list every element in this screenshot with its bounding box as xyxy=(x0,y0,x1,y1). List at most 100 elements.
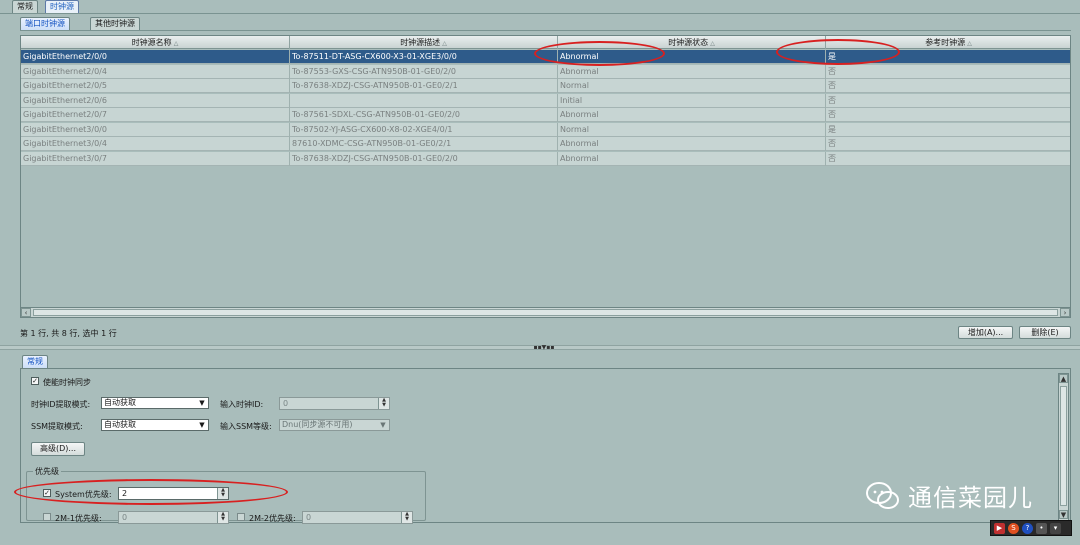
cell-description: To-87638-XDZJ-CSG-ATN950B-01-GE0/2/0 xyxy=(290,151,558,166)
cell-name: GigabitEthernet2/0/6 xyxy=(21,93,290,108)
tab-port-clock-source[interactable]: 端口时钟源 xyxy=(20,17,70,30)
sub-tab-divider xyxy=(20,30,1071,31)
form-vertical-scrollbar[interactable]: ▲ ▼ xyxy=(1058,373,1069,521)
splitter-grip-icon[interactable]: ▪▪▼▪▪ xyxy=(529,345,559,351)
clock-source-table: 时钟源名称 △ 时钟源描述 △ 时钟源状态 △ 参考时钟源 △ GigabitEther… xyxy=(20,35,1071,318)
scroll-down-icon[interactable]: ▼ xyxy=(1059,510,1068,519)
cell-status: Abnormal xyxy=(558,50,826,64)
table-row[interactable]: GigabitEthernet2/0/7 To-87561-SDXL-CSG-AT… xyxy=(21,108,1070,122)
system-priority-field[interactable]: 2 ▲ ▼ xyxy=(118,487,229,500)
table-row[interactable]: GigabitEthernet2/0/0 To-87511-DT-ASG-CX60… xyxy=(21,50,1070,64)
cell-reference: 否 xyxy=(826,108,1070,122)
table-horizontal-scrollbar[interactable]: ‹ › xyxy=(20,307,1071,318)
sort-icon: △ xyxy=(967,40,972,47)
m1-priority-label: 2M-1优先级: xyxy=(55,514,102,523)
scroll-thumb[interactable] xyxy=(1060,386,1067,506)
info-icon[interactable]: • xyxy=(1036,523,1047,534)
spinner-icon[interactable]: ▲ ▼ xyxy=(217,512,228,523)
spinner-icon[interactable]: ▲ ▼ xyxy=(217,488,228,499)
system-tray: ▶ S ? • ▾ xyxy=(990,520,1072,536)
scroll-up-icon[interactable]: ▲ xyxy=(1059,374,1068,383)
chat-bubble-icon xyxy=(866,482,899,509)
top-tab-divider xyxy=(0,13,1080,14)
tab-other-clock-source[interactable]: 其他时钟源 xyxy=(90,17,140,30)
priority-group-title: 优先级 xyxy=(33,466,61,477)
table-row[interactable]: GigabitEthernet3/0/7 To-87638-XDZJ-CSG-AT… xyxy=(21,151,1070,166)
sort-icon: △ xyxy=(173,40,179,47)
scroll-right-icon[interactable]: › xyxy=(1060,308,1070,317)
cell-reference: 是 xyxy=(826,50,1070,64)
m2-priority-checkbox[interactable] xyxy=(237,513,245,521)
table-row[interactable]: GigabitEthernet2/0/6 Initial 否 xyxy=(21,93,1070,108)
tab-clock-source[interactable]: 时钟源 xyxy=(45,0,79,13)
enable-sync-label: 使能时钟同步 xyxy=(43,378,91,387)
enable-sync-checkbox[interactable]: ✓ xyxy=(31,377,39,385)
cell-description: To-87502-YJ-ASG-CX600-X8-02-XGE4/0/1 xyxy=(290,122,558,137)
cell-reference: 否 xyxy=(826,79,1070,93)
sort-icon: △ xyxy=(710,40,715,47)
table-row[interactable]: GigabitEthernet3/0/4 87610-XDMC-CSG-ATN95… xyxy=(21,137,1070,151)
m2-priority-field[interactable]: 0 ▲ ▼ xyxy=(302,511,413,524)
column-header-name[interactable]: 时钟源名称 △ xyxy=(21,36,290,49)
cell-status: Abnormal xyxy=(558,108,826,122)
column-header-description[interactable]: 时钟源描述 △ xyxy=(290,36,558,49)
input-ssm-label: 输入SSM等级: xyxy=(220,422,272,431)
cell-status: Normal xyxy=(558,122,826,137)
cell-name: GigabitEthernet2/0/7 xyxy=(21,108,290,122)
scroll-left-icon[interactable]: ‹ xyxy=(21,308,31,317)
table-row[interactable]: GigabitEthernet2/0/5 To-87638-XDZJ-CSG-AT… xyxy=(21,79,1070,93)
cell-description: 87610-XDMC-CSG-ATN950B-01-GE0/2/1 xyxy=(290,137,558,151)
row-status-text: 第 1 行, 共 8 行, 选中 1 行 xyxy=(20,329,117,338)
cell-status: Abnormal xyxy=(558,151,826,166)
cell-name: GigabitEthernet3/0/7 xyxy=(21,151,290,166)
input-clock-id-label: 输入时钟ID: xyxy=(220,400,264,409)
cell-reference: 否 xyxy=(826,137,1070,151)
m1-priority-field[interactable]: 0 ▲ ▼ xyxy=(118,511,229,524)
system-priority-label: System优先级: xyxy=(55,490,112,499)
column-header-reference[interactable]: 参考时钟源 △ xyxy=(826,36,1070,49)
table-header: 时钟源名称 △ 时钟源描述 △ 时钟源状态 △ 参考时钟源 △ xyxy=(21,36,1070,49)
table-row[interactable]: GigabitEthernet2/0/4 To-87553-GXS-CSG-ATN… xyxy=(21,64,1070,79)
cell-name: GigabitEthernet2/0/0 xyxy=(21,50,290,64)
system-priority-checkbox[interactable]: ✓ xyxy=(43,489,51,497)
chevron-down-icon: ▼ xyxy=(377,420,389,430)
input-ssm-select[interactable]: Dnu(同步源不可用) ▼ xyxy=(279,419,390,431)
ssm-mode-select[interactable]: 自动获取 ▼ xyxy=(101,419,209,431)
menu-icon[interactable]: ▾ xyxy=(1050,523,1061,534)
s-icon[interactable]: S xyxy=(1008,523,1019,534)
clock-id-mode-label: 时钟ID提取模式: xyxy=(31,400,91,409)
cell-status: Abnormal xyxy=(558,64,826,79)
scroll-thumb[interactable] xyxy=(33,309,1058,316)
cell-reference: 否 xyxy=(826,152,1070,166)
cell-reference: 否 xyxy=(826,94,1070,108)
cell-name: GigabitEthernet2/0/5 xyxy=(21,79,290,93)
panel-splitter[interactable]: ▪▪▼▪▪ xyxy=(0,345,1080,351)
cell-description: To-87553-GXS-CSG-ATN950B-01-GE0/2/0 xyxy=(290,64,558,79)
cell-status: Initial xyxy=(558,93,826,108)
cell-description: To-87638-XDZJ-CSG-ATN950B-01-GE0/2/1 xyxy=(290,79,558,93)
tab-general[interactable]: 常规 xyxy=(12,0,38,13)
clock-id-mode-select[interactable]: 自动获取 ▼ xyxy=(101,397,209,409)
flag-icon[interactable]: ▶ xyxy=(994,523,1005,534)
cell-status: Abnormal xyxy=(558,137,826,151)
cell-reference: 否 xyxy=(826,65,1070,79)
column-header-status[interactable]: 时钟源状态 △ xyxy=(558,36,826,49)
help-icon[interactable]: ? xyxy=(1022,523,1033,534)
tab-bottom-general[interactable]: 常规 xyxy=(22,355,48,368)
delete-button[interactable]: 删除(E) xyxy=(1019,326,1071,339)
m2-priority-label: 2M-2优先级: xyxy=(249,514,296,523)
cell-status: Normal xyxy=(558,79,826,93)
spinner-icon[interactable]: ▲ ▼ xyxy=(401,512,412,523)
input-clock-id-field[interactable]: 0 ▲ ▼ xyxy=(279,397,390,410)
m1-priority-checkbox[interactable] xyxy=(43,513,51,521)
cell-description xyxy=(290,93,558,108)
table-row[interactable]: GigabitEthernet3/0/0 To-87502-YJ-ASG-CX60… xyxy=(21,122,1070,137)
spinner-icon[interactable]: ▲ ▼ xyxy=(378,398,389,409)
cell-name: GigabitEthernet3/0/4 xyxy=(21,137,290,151)
sort-icon: △ xyxy=(442,40,447,47)
ssm-mode-label: SSM提取模式: xyxy=(31,422,83,431)
chevron-down-icon: ▼ xyxy=(196,398,208,408)
cell-description: To-87561-SDXL-CSG-ATN950B-01-GE0/2/0 xyxy=(290,108,558,122)
add-button[interactable]: 增加(A)... xyxy=(958,326,1013,339)
advanced-button[interactable]: 高级(D)... xyxy=(31,442,85,456)
